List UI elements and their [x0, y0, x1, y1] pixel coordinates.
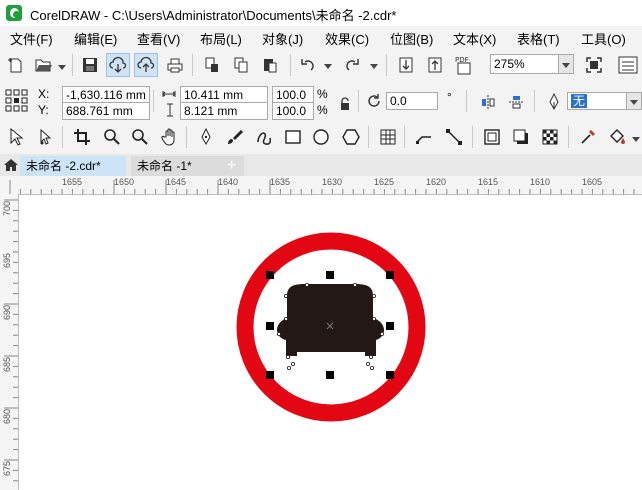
canvas-artwork: [236, 232, 426, 422]
car-silhouette[interactable]: [277, 284, 384, 356]
drawing-canvas[interactable]: [19, 195, 642, 490]
